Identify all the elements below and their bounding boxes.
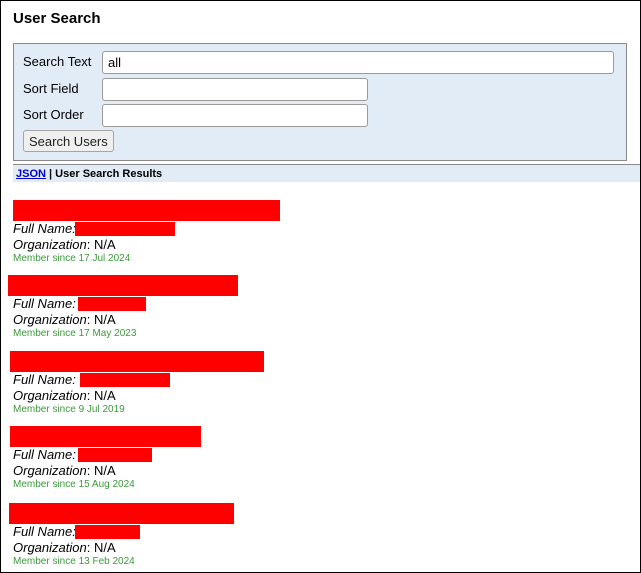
user-result: Full Name: Organization: N/A Member sinc… (1, 503, 621, 572)
user-result: Full Name: Organization: N/A Member sinc… (1, 351, 621, 421)
organization-value: N/A (93, 237, 116, 252)
full-name-label: Full Name: (13, 447, 76, 462)
organization-row: Organization: N/A (13, 463, 116, 478)
organization-row: Organization: N/A (13, 388, 116, 403)
organization-sep: : (86, 540, 94, 555)
member-since: Member since 15 Aug 2024 (13, 479, 135, 490)
user-result: Full Name: Organization: N/A Member sinc… (1, 426, 621, 496)
sort-order-label: Sort Order (23, 107, 84, 122)
organization-sep: : (86, 312, 94, 327)
full-name-label: Full Name: (13, 524, 76, 539)
full-name-value-redacted (75, 222, 175, 236)
page-frame: User Search Search Text Sort Field Sort … (0, 0, 641, 573)
username-link-redacted[interactable] (10, 351, 264, 372)
organization-value: N/A (93, 312, 116, 327)
organization-value: N/A (93, 388, 116, 403)
organization-row: Organization: N/A (13, 540, 116, 555)
json-link[interactable]: JSON (16, 168, 46, 180)
organization-value: N/A (93, 463, 116, 478)
organization-row: Organization: N/A (13, 312, 116, 327)
organization-label: Organization (13, 540, 87, 555)
organization-sep: : (86, 237, 94, 252)
search-form: Search Text Sort Field Sort Order Search… (13, 43, 627, 161)
member-since: Member since 17 May 2023 (13, 328, 137, 339)
full-name-value-redacted (75, 525, 140, 539)
sort-order-input[interactable] (102, 104, 368, 127)
organization-sep: : (86, 388, 94, 403)
member-since: Member since 13 Feb 2024 (13, 556, 135, 567)
sort-field-label: Sort Field (23, 81, 79, 96)
results-header: JSON | User Search Results (13, 164, 640, 182)
organization-label: Organization (13, 312, 87, 327)
full-name-row: Full Name: (13, 524, 140, 539)
full-name-row: Full Name: (13, 372, 170, 387)
results-separator: | (45, 168, 56, 180)
full-name-value-redacted (78, 297, 146, 311)
organization-value: N/A (93, 540, 116, 555)
username-link-redacted[interactable] (8, 275, 238, 296)
username-link-redacted[interactable] (9, 503, 234, 524)
full-name-value-redacted (80, 373, 170, 387)
search-users-button[interactable]: Search Users (23, 130, 114, 152)
full-name-label: Full Name: (13, 372, 76, 387)
full-name-label: Full Name: (13, 221, 76, 236)
results-title: User Search Results (55, 168, 163, 180)
username-link-redacted[interactable] (10, 426, 201, 447)
full-name-row: Full Name: (13, 221, 175, 236)
search-text-input[interactable] (102, 51, 614, 74)
search-text-label: Search Text (23, 54, 92, 69)
full-name-value-redacted (78, 448, 152, 462)
member-since: Member since 17 Jul 2024 (13, 253, 131, 264)
user-result: Full Name: Organization: N/A Member sinc… (1, 275, 621, 345)
organization-sep: : (86, 463, 94, 478)
member-since: Member since 9 Jul 2019 (13, 404, 125, 415)
username-link-redacted[interactable] (13, 200, 280, 221)
full-name-row: Full Name: (13, 296, 146, 311)
full-name-row: Full Name: (13, 447, 152, 462)
organization-row: Organization: N/A (13, 237, 116, 252)
sort-field-input[interactable] (102, 78, 368, 101)
organization-label: Organization (13, 237, 87, 252)
user-result: Full Name: Organization: N/A Member sinc… (1, 200, 621, 270)
organization-label: Organization (13, 388, 87, 403)
page-title: User Search (13, 10, 101, 27)
organization-label: Organization (13, 463, 87, 478)
full-name-label: Full Name: (13, 296, 76, 311)
